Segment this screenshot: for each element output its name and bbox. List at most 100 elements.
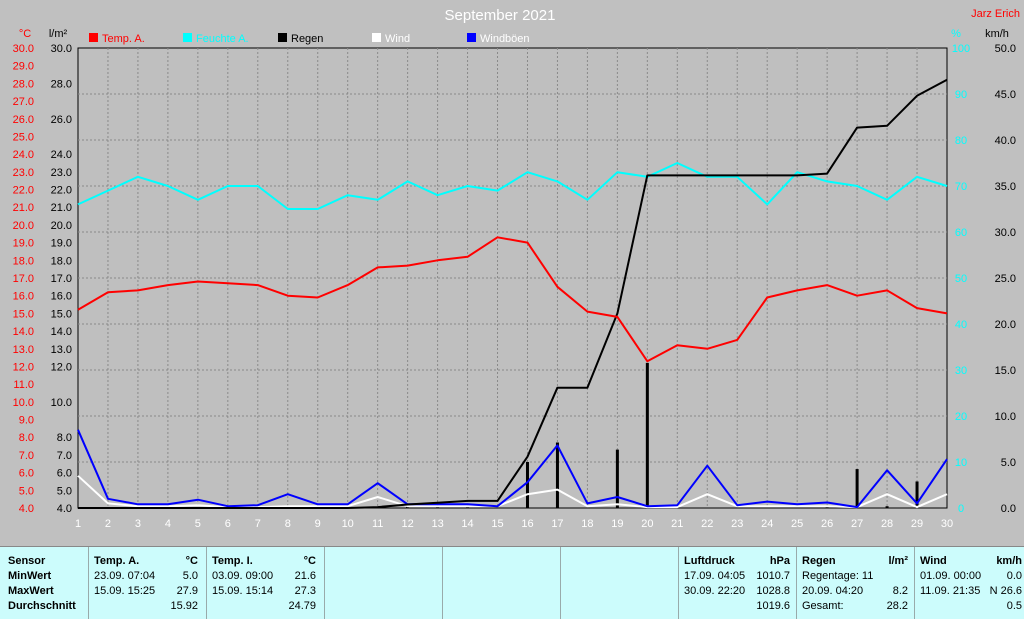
rain-title: Regen [802, 555, 836, 567]
pressure-min-when: 17.09. 04:05 [684, 570, 746, 582]
temp-axis-tick: 9.0 [19, 415, 34, 427]
temp-a-min-when: 23.09. 07:04 [94, 570, 156, 582]
humidity-axis-tick: 0 [958, 503, 964, 515]
legend-label-rain: Regen [291, 33, 323, 45]
row-label-min: MinWert [8, 570, 52, 582]
rain-axis-tick: 6.0 [57, 468, 72, 480]
wind-axis-tick: 35.0 [995, 181, 1016, 193]
x-axis-tick: 9 [315, 518, 321, 530]
x-axis-tick: 4 [165, 518, 171, 530]
pressure-min-value: 1010.7 [756, 570, 790, 582]
pressure-max-value: 1028.8 [756, 585, 790, 597]
temp-axis-tick: 16.0 [13, 291, 34, 303]
rain-axis-tick: 4.0 [57, 503, 72, 515]
humidity-axis-tick: 60 [955, 227, 967, 239]
temp-i-title: Temp. I. [212, 555, 253, 567]
rain-axis-tick: 5.0 [57, 485, 72, 497]
wind-avg-value: 0.5 [1006, 600, 1022, 612]
temp-axis-tick: 20.0 [13, 220, 34, 232]
pressure-title: Luftdruck [684, 555, 735, 567]
x-axis-tick: 2 [105, 518, 111, 530]
x-axis-tick: 26 [821, 518, 833, 530]
legend-swatch-temp [89, 33, 98, 42]
temp-i-unit: °C [303, 555, 316, 567]
temp-axis-tick: 21.0 [13, 202, 34, 214]
row-label-avg: Durchschnitt [8, 600, 76, 612]
temp-a-unit: °C [185, 555, 198, 567]
rain-axis-tick: 22.0 [51, 185, 72, 197]
humidity-axis-tick: 100 [952, 43, 970, 55]
legend-label-gust: Windböen [480, 33, 530, 45]
x-axis-tick: 7 [255, 518, 261, 530]
temp-axis-tick: 25.0 [13, 131, 34, 143]
rain-axis-tick: 7.0 [57, 450, 72, 462]
rain-axis-tick: 20.0 [51, 220, 72, 232]
wind-axis-tick: 0.0 [1001, 503, 1016, 515]
weather-chart: 4.05.06.07.08.09.010.011.012.013.014.015… [13, 7, 1020, 530]
rain-axis-tick: 19.0 [51, 238, 72, 250]
pressure-unit: hPa [769, 555, 790, 567]
divider [324, 547, 325, 619]
temp-a-max-value: 27.9 [176, 585, 198, 597]
temp-axis-tick: 5.0 [19, 485, 34, 497]
x-axis-tick: 10 [342, 518, 354, 530]
humidity-axis-tick: 10 [955, 457, 967, 469]
temp-axis-tick: 8.0 [19, 432, 34, 444]
temp-axis-tick: 18.0 [13, 255, 34, 267]
x-axis-tick: 15 [491, 518, 503, 530]
x-axis-tick: 24 [761, 518, 773, 530]
rain-total-label: Gesamt: [802, 600, 844, 612]
wind-axis-tick: 10.0 [995, 411, 1016, 423]
chart-title: September 2021 [445, 7, 556, 24]
x-axis-tick: 14 [461, 518, 473, 530]
temp-a-title: Temp. A. [94, 555, 140, 567]
rain-total-value: 28.2 [886, 600, 908, 612]
temp-axis-tick: 10.0 [13, 397, 34, 409]
temp-axis-tick: 6.0 [19, 468, 34, 480]
x-axis-tick: 1 [75, 518, 81, 530]
x-axis-tick: 20 [641, 518, 653, 530]
x-axis-tick: 11 [372, 518, 383, 530]
humidity-axis-tick: 30 [955, 365, 967, 377]
temp-axis-tick: 24.0 [13, 149, 34, 161]
x-axis-tick: 29 [911, 518, 923, 530]
temp-axis-tick: 14.0 [13, 326, 34, 338]
x-axis-tick: 18 [581, 518, 593, 530]
rain-unit-label: l/m² [49, 28, 68, 40]
temp-axis-tick: 7.0 [19, 450, 34, 462]
humidity-axis-tick: 80 [955, 135, 967, 147]
temp-axis-tick: 19.0 [13, 238, 34, 250]
row-label-sensor: Sensor [8, 555, 46, 567]
rain-max-when: 20.09. 04:20 [802, 585, 864, 597]
temp-axis-tick: 29.0 [13, 61, 34, 73]
temp-a-min-value: 5.0 [182, 570, 198, 582]
wind-min-when: 01.09. 00:00 [920, 570, 982, 582]
legend: Temp. A. Feuchte A. Regen Wind Windböen [89, 33, 530, 45]
rain-unit: l/m² [888, 555, 908, 567]
x-axis-tick: 12 [401, 518, 413, 530]
temp-axis-tick: 30.0 [13, 43, 34, 55]
x-axis-tick: 3 [135, 518, 141, 530]
row-label-max: MaxWert [8, 585, 54, 597]
rain-axis-tick: 18.0 [51, 255, 72, 267]
plot-area [77, 47, 948, 509]
temp-a-avg-value: 15.92 [170, 600, 198, 612]
x-axis-tick: 23 [731, 518, 743, 530]
humidity-axis-tick: 90 [955, 89, 967, 101]
wind-axis-tick: 5.0 [1001, 457, 1016, 469]
temp-axis-tick: 23.0 [13, 167, 34, 179]
temp-i-max-value: 27.3 [294, 585, 316, 597]
x-axis-tick: 8 [285, 518, 291, 530]
temp-i-max-when: 15.09. 15:14 [212, 585, 274, 597]
humidity-axis-tick: 70 [955, 181, 967, 193]
rain-axis-tick: 15.0 [51, 308, 72, 320]
temp-axis-tick: 27.0 [13, 96, 34, 108]
divider [88, 547, 89, 619]
rain-axis-tick: 10.0 [51, 397, 72, 409]
divider [678, 547, 679, 619]
wind-axis-tick: 50.0 [995, 43, 1016, 55]
temp-i-min-value: 21.6 [294, 570, 316, 582]
wind-max-when: 11.09. 21:35 [920, 585, 981, 597]
rain-days: Regentage: 11 [802, 570, 874, 582]
temp-i-avg-value: 24.79 [288, 600, 316, 612]
